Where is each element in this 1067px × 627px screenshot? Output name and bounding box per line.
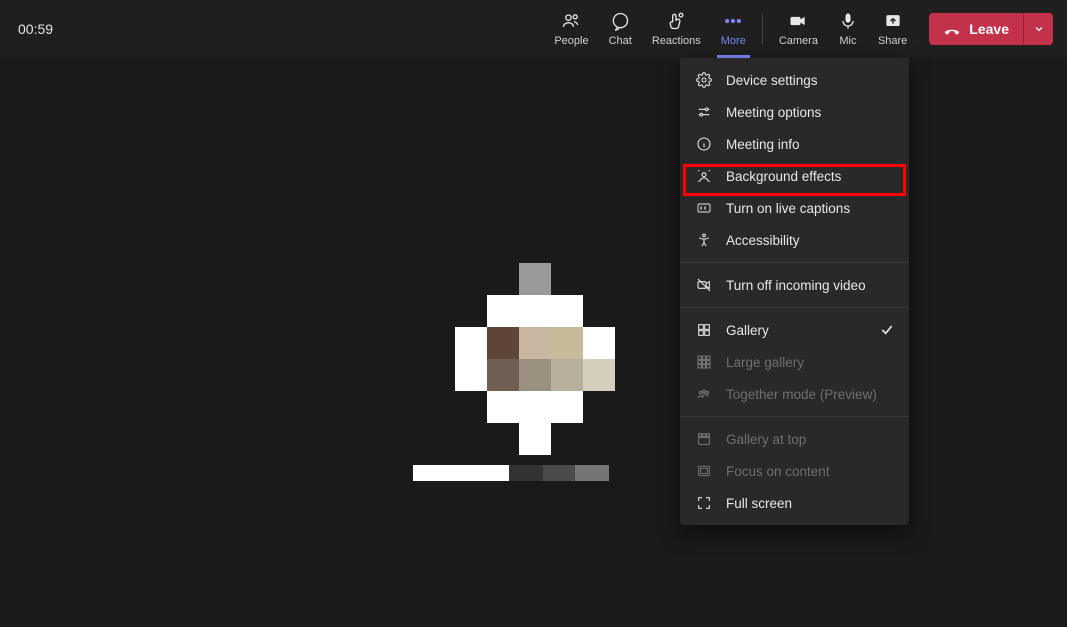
camera-button[interactable]: Camera xyxy=(769,0,828,58)
video-off-icon xyxy=(696,277,712,293)
share-label: Share xyxy=(878,35,907,47)
gallery-icon xyxy=(696,322,712,338)
participant-name-pixelated xyxy=(413,465,609,481)
top-bar: 00:59 People Chat Reactions More Camera … xyxy=(0,0,1067,58)
toolbar-divider xyxy=(762,14,763,44)
reactions-icon xyxy=(666,11,686,31)
mic-label: Mic xyxy=(839,35,856,47)
menu-item-turn-off-incoming-video[interactable]: Turn off incoming video xyxy=(680,269,909,301)
menu-label: Background effects xyxy=(726,169,841,184)
menu-label: Device settings xyxy=(726,73,818,88)
share-icon xyxy=(883,11,903,31)
menu-label: Meeting options xyxy=(726,105,821,120)
background-effects-icon xyxy=(696,168,712,184)
chevron-down-icon xyxy=(1033,23,1045,35)
menu-label: Full screen xyxy=(726,496,792,511)
menu-item-large-gallery: Large gallery xyxy=(680,346,909,378)
mic-button[interactable]: Mic xyxy=(828,0,868,58)
together-mode-icon xyxy=(696,386,712,402)
camera-label: Camera xyxy=(779,35,818,47)
hangup-icon xyxy=(943,20,961,38)
large-gallery-icon xyxy=(696,354,712,370)
menu-label: Turn on live captions xyxy=(726,201,850,216)
people-label: People xyxy=(554,35,588,47)
reactions-button[interactable]: Reactions xyxy=(642,0,711,58)
menu-item-meeting-info[interactable]: Meeting info xyxy=(680,128,909,160)
info-icon xyxy=(696,136,712,152)
menu-divider xyxy=(680,307,909,308)
chat-icon xyxy=(610,11,630,31)
people-button[interactable]: People xyxy=(544,0,598,58)
mic-icon xyxy=(838,11,858,31)
menu-item-together-mode: Together mode (Preview) xyxy=(680,378,909,410)
leave-label: Leave xyxy=(969,21,1009,37)
focus-icon xyxy=(696,463,712,479)
gallery-top-icon xyxy=(696,431,712,447)
gear-icon xyxy=(696,72,712,88)
menu-item-device-settings[interactable]: Device settings xyxy=(680,64,909,96)
check-icon xyxy=(879,322,895,338)
menu-divider xyxy=(680,262,909,263)
menu-label: Gallery xyxy=(726,323,769,338)
share-button[interactable]: Share xyxy=(868,0,917,58)
menu-label: Meeting info xyxy=(726,137,800,152)
menu-item-gallery[interactable]: Gallery xyxy=(680,314,909,346)
more-icon xyxy=(723,11,743,31)
chat-label: Chat xyxy=(609,35,632,47)
more-label: More xyxy=(721,35,746,47)
leave-button[interactable]: Leave xyxy=(929,13,1023,45)
menu-label: Turn off incoming video xyxy=(726,278,866,293)
menu-item-full-screen[interactable]: Full screen xyxy=(680,487,909,519)
chat-button[interactable]: Chat xyxy=(599,0,642,58)
menu-label: Accessibility xyxy=(726,233,800,248)
menu-label: Large gallery xyxy=(726,355,804,370)
menu-item-live-captions[interactable]: Turn on live captions xyxy=(680,192,909,224)
menu-item-focus-content: Focus on content xyxy=(680,455,909,487)
menu-item-background-effects[interactable]: Background effects xyxy=(680,160,909,192)
more-button[interactable]: More xyxy=(711,0,756,58)
menu-item-accessibility[interactable]: Accessibility xyxy=(680,224,909,256)
toolbar: People Chat Reactions More Camera Mic Sh… xyxy=(544,0,1053,58)
leave-dropdown-button[interactable] xyxy=(1023,13,1053,45)
sliders-icon xyxy=(696,104,712,120)
fullscreen-icon xyxy=(696,495,712,511)
menu-label: Together mode (Preview) xyxy=(726,387,877,402)
menu-divider xyxy=(680,416,909,417)
menu-label: Focus on content xyxy=(726,464,830,479)
reactions-label: Reactions xyxy=(652,35,701,47)
camera-icon xyxy=(788,11,808,31)
meeting-timer: 00:59 xyxy=(18,21,53,37)
menu-item-meeting-options[interactable]: Meeting options xyxy=(680,96,909,128)
leave-wrap: Leave xyxy=(929,13,1053,45)
people-icon xyxy=(561,11,581,31)
cc-icon xyxy=(696,200,712,216)
accessibility-icon xyxy=(696,232,712,248)
more-menu: Device settings Meeting options Meeting … xyxy=(680,58,909,525)
menu-item-gallery-at-top: Gallery at top xyxy=(680,423,909,455)
menu-label: Gallery at top xyxy=(726,432,806,447)
